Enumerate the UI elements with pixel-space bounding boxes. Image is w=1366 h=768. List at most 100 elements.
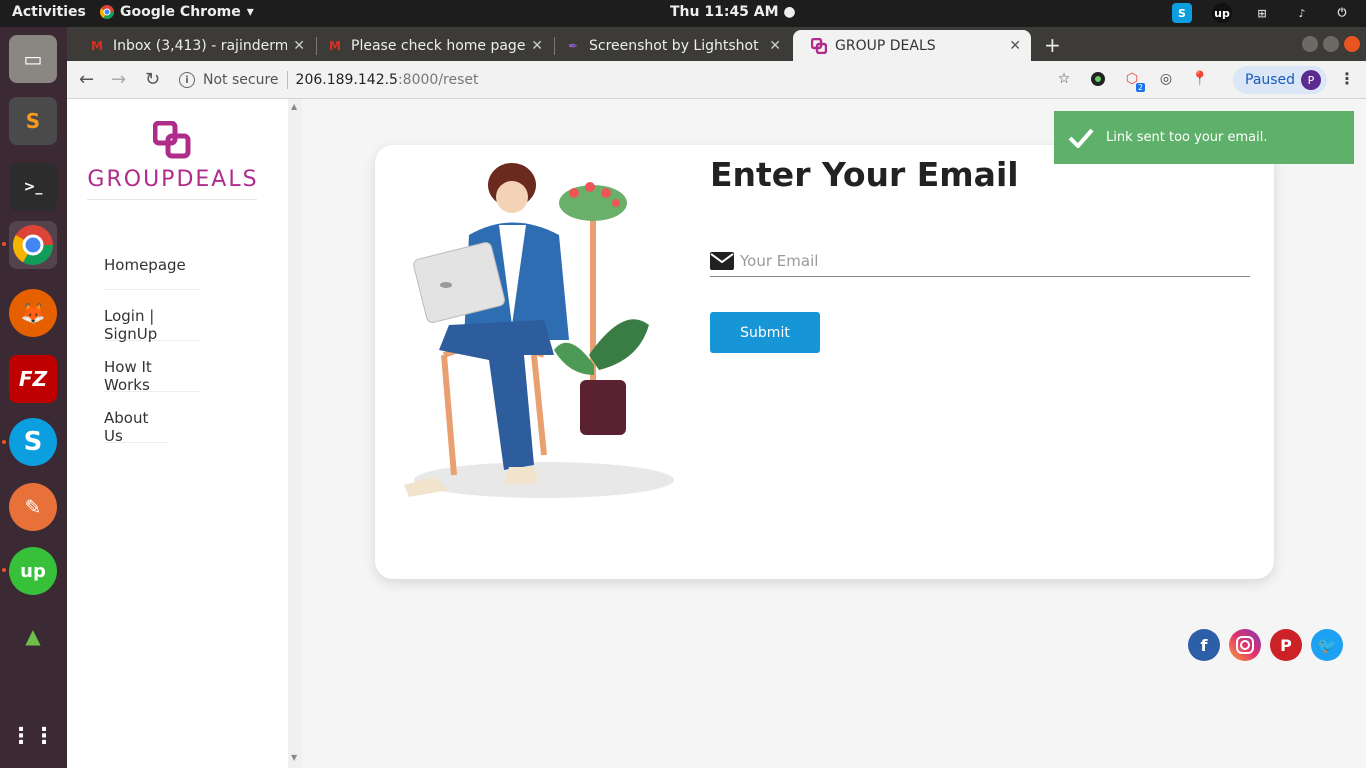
url-host: 206.189.142.5 xyxy=(295,72,398,88)
tab-please-check[interactable]: M Please check home page c ✕ xyxy=(309,30,553,61)
gmail-icon: M xyxy=(329,38,341,53)
location-pin-icon[interactable]: 📍 xyxy=(1191,70,1209,88)
pinterest-icon[interactable]: P xyxy=(1270,629,1302,661)
browser-toolbar: ← → ↻ i Not secure 206.189.142.5 :8000/r… xyxy=(67,61,1366,99)
terminal-icon[interactable]: >_ xyxy=(9,163,57,211)
power-icon[interactable]: ⏻ xyxy=(1332,3,1352,23)
extension-circle-icon[interactable]: ◎ xyxy=(1157,70,1175,88)
window-controls xyxy=(1302,36,1360,52)
address-bar[interactable]: i Not secure 206.189.142.5 :8000/reset xyxy=(179,65,1039,95)
extension-color-icon[interactable] xyxy=(1089,70,1107,88)
reload-icon[interactable]: ↻ xyxy=(145,69,160,90)
forward-icon[interactable]: → xyxy=(111,69,126,90)
tab-inbox[interactable]: M Inbox (3,413) - rajindermo ✕ xyxy=(71,30,315,61)
envelope-icon xyxy=(710,251,734,270)
groupdeals-icon xyxy=(811,37,827,54)
email-field[interactable] xyxy=(740,251,1220,270)
profile-label: Paused xyxy=(1245,72,1296,88)
sublime-text-icon[interactable]: S xyxy=(9,97,57,145)
upwork-icon[interactable]: up xyxy=(9,547,57,595)
new-tab-button[interactable]: + xyxy=(1044,33,1061,57)
checkmark-icon xyxy=(1068,128,1094,148)
close-icon[interactable]: ✕ xyxy=(531,38,543,54)
clock[interactable]: Thu 11:45 AM ● xyxy=(670,4,796,20)
close-icon[interactable]: ✕ xyxy=(293,38,305,54)
url-path: :8000/reset xyxy=(397,72,479,88)
upwork-tray-icon[interactable]: up xyxy=(1212,3,1232,23)
skype-tray-icon[interactable]: S xyxy=(1172,3,1192,23)
running-indicator xyxy=(2,440,6,444)
close-window-button[interactable] xyxy=(1344,36,1360,52)
sidebar: GROUPDEALS Homepage Login | SignUp How I… xyxy=(67,99,288,768)
launcher-dock: ▭ S >_ 🦊 FZ S ✎ up ▲ ⋮⋮ xyxy=(0,27,67,768)
app-menu-label: Google Chrome xyxy=(120,4,241,20)
files-icon[interactable]: ▭ xyxy=(9,35,57,83)
show-apps-icon[interactable]: ⋮⋮ xyxy=(9,712,57,760)
submit-button[interactable]: Submit xyxy=(710,312,820,353)
chevron-down-icon: ▾ xyxy=(246,4,254,20)
system-top-bar: Activities Google Chrome ▾ Thu 11:45 AM … xyxy=(0,0,1366,27)
scroll-up-icon[interactable]: ▲ xyxy=(291,102,297,111)
divider xyxy=(87,199,257,200)
network-icon[interactable]: ⊞ xyxy=(1252,3,1272,23)
system-tray: S up ⊞ ♪ ⏻ xyxy=(1172,3,1352,23)
info-icon[interactable]: i xyxy=(179,72,195,88)
scroll-down-icon[interactable]: ▼ xyxy=(291,753,297,762)
menu-kebab-icon[interactable]: ⋮ xyxy=(1339,69,1355,88)
toast-message: Link sent too your email. xyxy=(1106,130,1268,145)
tab-label: Inbox (3,413) - rajindermo xyxy=(113,37,288,54)
back-icon[interactable]: ← xyxy=(79,69,94,90)
bookmark-star-icon[interactable]: ☆ xyxy=(1055,70,1073,88)
gmail-icon: M xyxy=(91,38,103,53)
lightshot-icon: ✒ xyxy=(567,38,579,53)
skype-icon[interactable]: S xyxy=(9,418,57,466)
tab-lightshot[interactable]: ✒ Screenshot by Lightshot ✕ xyxy=(547,30,791,61)
close-icon[interactable]: ✕ xyxy=(1009,38,1021,54)
tab-group-deals[interactable]: GROUP DEALS ✕ xyxy=(793,30,1031,61)
sidebar-menu: Homepage Login | SignUp How It Works Abo… xyxy=(104,239,200,445)
postman-icon[interactable]: ✎ xyxy=(9,483,57,531)
page-viewport: GROUPDEALS Homepage Login | SignUp How I… xyxy=(67,99,1366,768)
groupdeals-logo-icon xyxy=(153,121,191,159)
sidebar-item-about-us[interactable]: About Us xyxy=(104,392,168,445)
tab-label: Please check home page c xyxy=(351,37,526,54)
minimize-button[interactable] xyxy=(1302,36,1318,52)
running-indicator xyxy=(2,242,6,246)
reset-card: Enter Your Email Submit xyxy=(375,145,1274,579)
avatar: P xyxy=(1301,70,1321,90)
person-with-laptop-illustration xyxy=(404,163,674,498)
maximize-button[interactable] xyxy=(1323,36,1339,52)
twitter-icon[interactable]: 🐦 xyxy=(1311,629,1343,661)
security-label: Not secure xyxy=(203,72,279,88)
extension-badge-icon[interactable]: ⬡ 2 xyxy=(1123,70,1145,92)
chrome-icon[interactable] xyxy=(9,221,57,269)
close-icon[interactable]: ✕ xyxy=(769,38,781,54)
divider xyxy=(286,71,288,89)
sidebar-item-login-signup[interactable]: Login | SignUp xyxy=(104,290,200,343)
logo-text: GROUPDEALS xyxy=(87,167,259,192)
tab-label: Screenshot by Lightshot xyxy=(589,37,759,54)
sidebar-scrollbar[interactable]: ▲ ▼ xyxy=(288,99,302,768)
tab-label: GROUP DEALS xyxy=(835,37,936,54)
chrome-logo-icon xyxy=(13,225,53,265)
extension-badge-count: 2 xyxy=(1135,83,1145,92)
app-menu[interactable]: Google Chrome ▾ xyxy=(100,4,254,20)
sidebar-item-homepage[interactable]: Homepage xyxy=(104,239,200,290)
filezilla-icon[interactable]: FZ xyxy=(9,355,57,403)
chrome-small-icon xyxy=(100,5,114,19)
social-links: f P 🐦 xyxy=(1188,629,1343,661)
firefox-icon[interactable]: 🦊 xyxy=(9,289,57,337)
robomongo-icon[interactable]: ▲ xyxy=(9,612,57,660)
tab-strip: M Inbox (3,413) - rajindermo ✕ M Please … xyxy=(67,27,1366,61)
activities-button[interactable]: Activities xyxy=(12,4,86,20)
page-title: Enter Your Email xyxy=(710,155,1019,194)
sidebar-item-how-it-works[interactable]: How It Works xyxy=(104,341,200,394)
email-field-row xyxy=(710,245,1250,277)
running-indicator xyxy=(2,568,6,572)
facebook-icon[interactable]: f xyxy=(1188,629,1220,661)
volume-icon[interactable]: ♪ xyxy=(1292,3,1312,23)
extension-icons: ☆ ⬡ 2 ◎ 📍 xyxy=(1055,70,1209,92)
success-toast[interactable]: Link sent too your email. xyxy=(1054,111,1354,164)
instagram-icon[interactable] xyxy=(1229,629,1261,661)
profile-paused-button[interactable]: Paused P xyxy=(1233,66,1327,94)
